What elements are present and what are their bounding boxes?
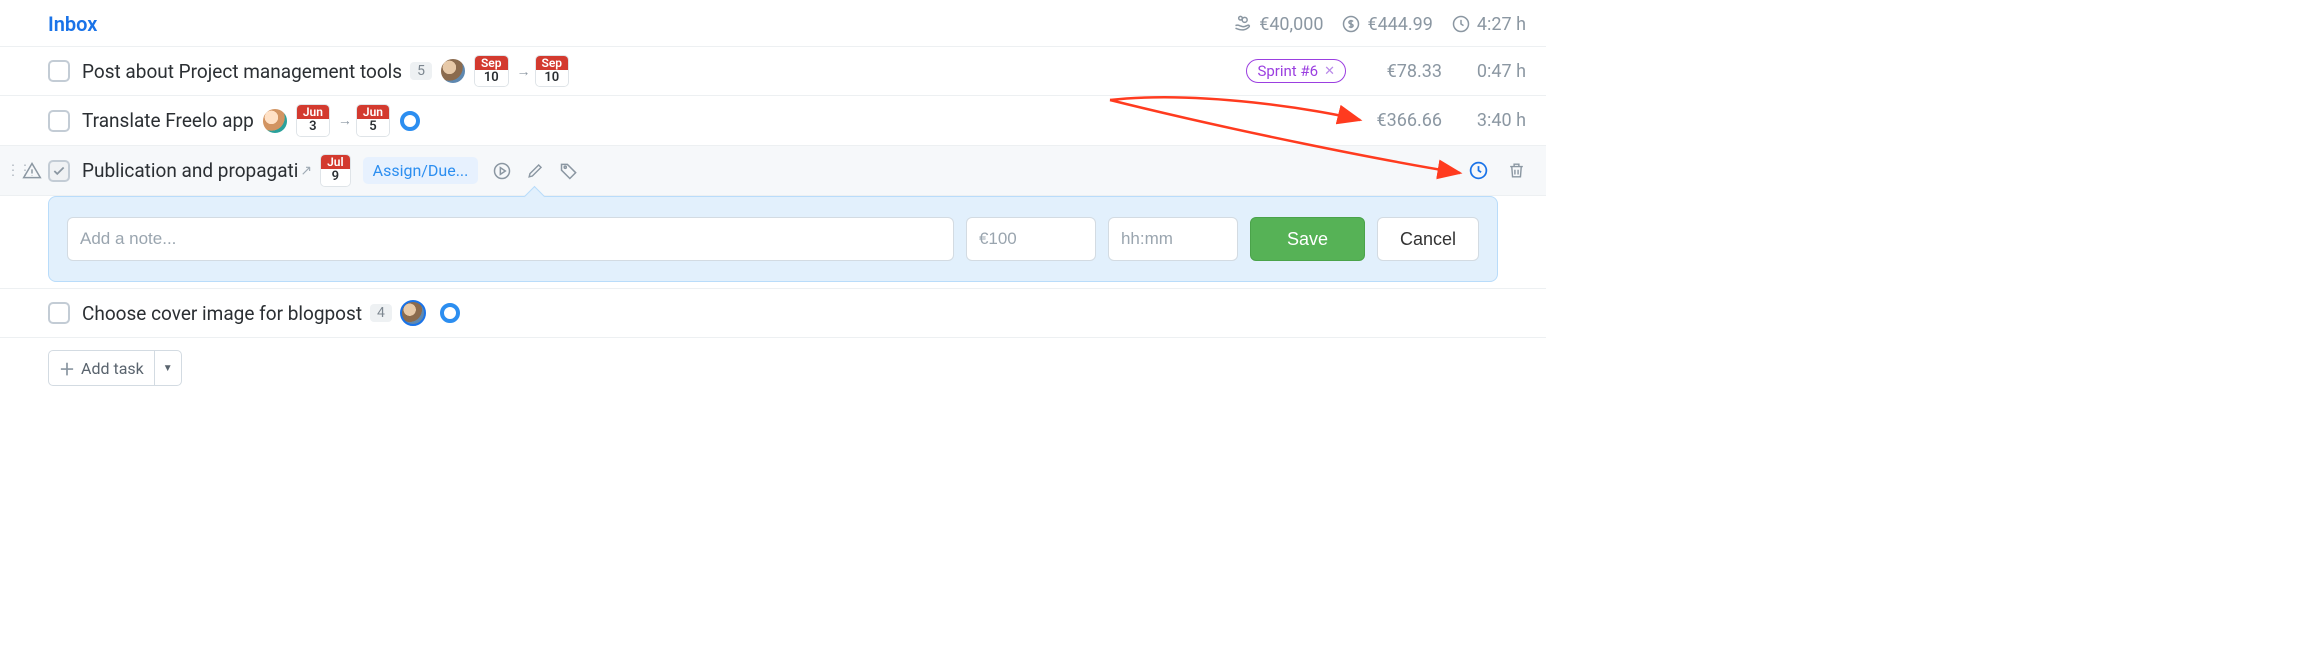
task-duration: 0:47 h bbox=[1460, 61, 1526, 82]
add-task-dropdown[interactable]: ▼ bbox=[155, 351, 181, 385]
date-to-month: Jun bbox=[357, 105, 389, 119]
edit-icon[interactable] bbox=[526, 161, 545, 180]
clock-icon[interactable] bbox=[1468, 160, 1489, 181]
trash-icon[interactable] bbox=[1507, 161, 1526, 180]
status-ring-icon[interactable] bbox=[440, 303, 460, 323]
metric-spent-value: €444.99 bbox=[1367, 14, 1432, 35]
check-icon bbox=[52, 164, 66, 178]
task-checkbox[interactable] bbox=[48, 60, 70, 82]
arrow-right-icon: → bbox=[338, 112, 352, 129]
sprint-label: Sprint #6 bbox=[1257, 62, 1318, 80]
date-to-chip[interactable]: Sep 10 bbox=[535, 55, 570, 87]
date-from-month: Sep bbox=[475, 56, 508, 70]
task-row-selected[interactable]: ⋮⋮ Publication and propagati ↗ Jul 9 Ass… bbox=[0, 146, 1546, 196]
amount-input[interactable] bbox=[966, 217, 1096, 261]
note-input[interactable] bbox=[67, 217, 954, 261]
metric-budget-value: €40,000 bbox=[1259, 14, 1323, 35]
metric-duration: 4:27 h bbox=[1451, 14, 1526, 35]
add-task-label: Add task bbox=[81, 359, 144, 378]
date-from-chip[interactable]: Jun 3 bbox=[296, 104, 330, 136]
metric-budget: €40,000 bbox=[1233, 14, 1323, 35]
add-task-row: ＋ Add task ▼ bbox=[0, 338, 1546, 404]
metric-duration-value: 4:27 h bbox=[1477, 14, 1526, 35]
list-title[interactable]: Inbox bbox=[48, 12, 97, 36]
task-row[interactable]: Translate Freelo app Jun 3 → Jun 5 €366.… bbox=[0, 96, 1546, 146]
subtask-count-badge[interactable]: 4 bbox=[370, 304, 392, 322]
dollar-circle-icon bbox=[1341, 14, 1361, 34]
task-amount: €78.33 bbox=[1364, 61, 1442, 82]
task-checkbox[interactable] bbox=[48, 302, 70, 324]
warning-icon[interactable] bbox=[22, 161, 42, 181]
time-entry-editor-wrap: Save Cancel bbox=[0, 196, 1546, 282]
header-row: Inbox €40,000 €444.99 4:27 h bbox=[0, 0, 1546, 46]
task-amount: €366.66 bbox=[1364, 110, 1442, 131]
play-icon[interactable] bbox=[492, 161, 512, 181]
task-row-right: €366.66 3:40 h bbox=[1364, 110, 1526, 131]
task-title[interactable]: Choose cover image for blogpost bbox=[82, 302, 362, 325]
sprint-tag[interactable]: Sprint #6 ✕ bbox=[1246, 59, 1346, 83]
task-checkbox[interactable] bbox=[48, 160, 70, 182]
metric-spent: €444.99 bbox=[1341, 14, 1432, 35]
add-task-button[interactable]: ＋ Add task bbox=[49, 351, 154, 385]
chevron-down-icon: ▼ bbox=[163, 363, 173, 374]
subtask-count-badge[interactable]: 5 bbox=[410, 62, 432, 80]
task-row-right: Sprint #6 ✕ €78.33 0:47 h bbox=[1246, 59, 1526, 83]
date-month: Jul bbox=[321, 155, 350, 169]
hand-coins-icon bbox=[1233, 14, 1253, 34]
plus-icon: ＋ bbox=[59, 356, 75, 380]
cancel-button[interactable]: Cancel bbox=[1377, 217, 1479, 261]
task-title-text: Publication and propagati bbox=[82, 159, 298, 182]
arrow-right-icon: → bbox=[517, 63, 531, 80]
task-title[interactable]: Translate Freelo app bbox=[82, 109, 254, 132]
task-row-right bbox=[1468, 160, 1526, 181]
tag-icon[interactable] bbox=[559, 161, 579, 181]
external-link-icon[interactable]: ↗ bbox=[300, 163, 312, 179]
date-from-day: 3 bbox=[297, 119, 329, 135]
task-title[interactable]: Publication and propagati ↗ bbox=[82, 159, 312, 182]
date-chip[interactable]: Jul 9 bbox=[320, 154, 351, 186]
time-entry-editor: Save Cancel bbox=[48, 196, 1498, 282]
task-checkbox[interactable] bbox=[48, 110, 70, 132]
add-task-button-group: ＋ Add task ▼ bbox=[48, 350, 182, 386]
date-to-day: 5 bbox=[357, 119, 389, 135]
date-day: 9 bbox=[321, 169, 350, 185]
assignee-avatar[interactable] bbox=[262, 108, 288, 134]
assignee-avatar[interactable] bbox=[400, 300, 426, 326]
date-from-chip[interactable]: Sep 10 bbox=[474, 55, 509, 87]
date-from-month: Jun bbox=[297, 105, 329, 119]
task-duration: 3:40 h bbox=[1460, 110, 1526, 131]
date-to-chip[interactable]: Jun 5 bbox=[356, 104, 390, 136]
assignee-avatar[interactable] bbox=[440, 58, 466, 84]
remove-tag-icon[interactable]: ✕ bbox=[1324, 64, 1335, 79]
save-button[interactable]: Save bbox=[1250, 217, 1365, 261]
task-row[interactable]: Post about Project management tools 5 Se… bbox=[0, 46, 1546, 96]
date-from-day: 10 bbox=[475, 70, 508, 86]
status-ring-icon[interactable] bbox=[400, 111, 420, 131]
assign-due-button[interactable]: Assign/Due... bbox=[363, 157, 479, 184]
clock-icon bbox=[1451, 14, 1471, 34]
date-to-month: Sep bbox=[536, 56, 569, 70]
time-input[interactable] bbox=[1108, 217, 1238, 261]
task-title[interactable]: Post about Project management tools bbox=[82, 60, 402, 83]
date-to-day: 10 bbox=[536, 70, 569, 86]
task-action-icons bbox=[492, 161, 579, 181]
task-row[interactable]: Choose cover image for blogpost 4 bbox=[0, 288, 1546, 338]
